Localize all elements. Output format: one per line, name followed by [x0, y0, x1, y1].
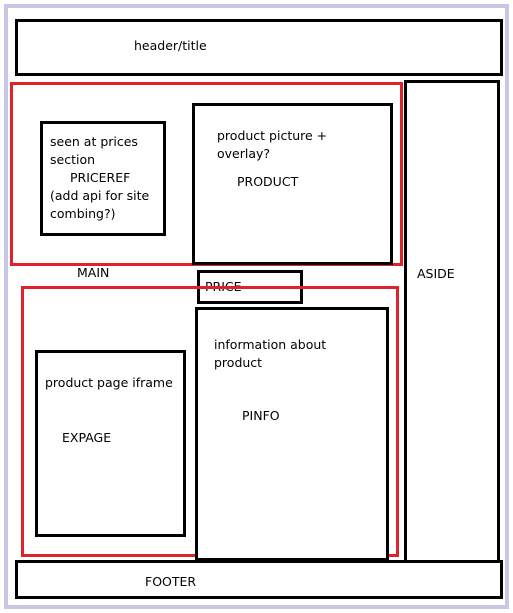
footer-box: [15, 560, 503, 599]
product-name: PRODUCT: [237, 174, 299, 189]
aside-label: ASIDE: [417, 266, 455, 281]
footer-label: FOOTER: [145, 574, 197, 589]
product-note: product picture + overlay?: [217, 128, 328, 161]
aside-box: [404, 80, 500, 571]
priceref-note: seen at prices section: [50, 134, 138, 167]
pinfo-note: information about product: [214, 337, 327, 370]
expage-note: product page iframe: [45, 375, 173, 390]
main-label: MAIN: [77, 265, 110, 280]
priceref-extra: (add api for site combing?): [50, 188, 150, 221]
header-label: header/title: [134, 38, 207, 53]
pinfo-name: PINFO: [242, 408, 280, 423]
expage-name: EXPAGE: [62, 430, 112, 445]
priceref-name: PRICEREF: [70, 170, 131, 185]
header-box: [15, 19, 503, 76]
